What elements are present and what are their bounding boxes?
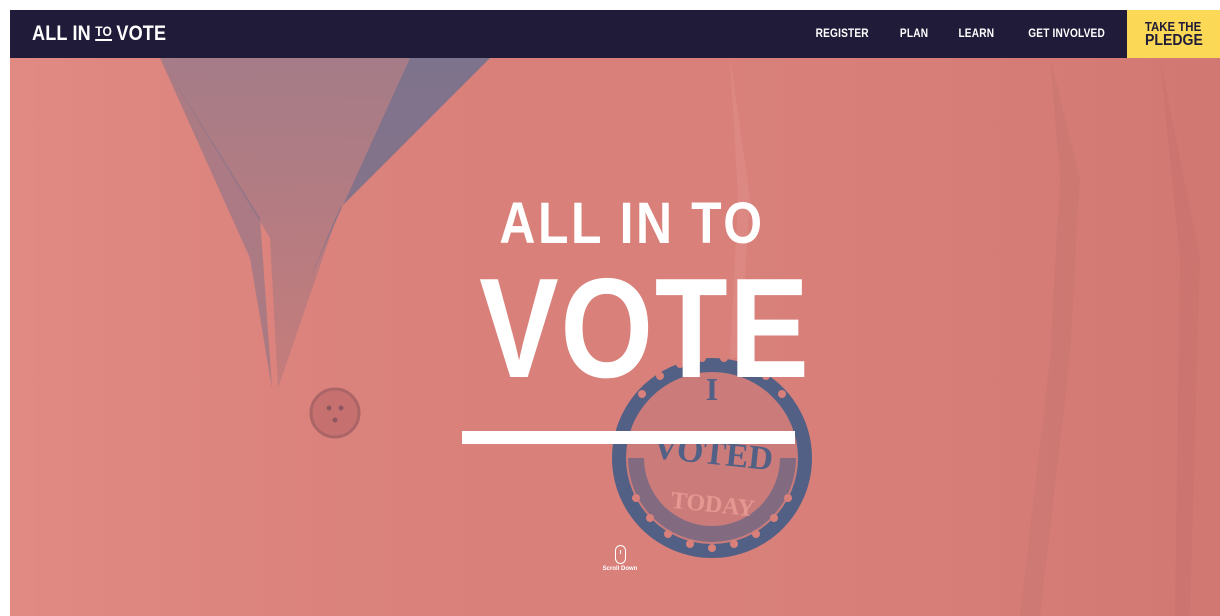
site-logo[interactable]: ALL IN TO VOTE [32, 10, 166, 58]
page-frame: ALL IN TO VOTE REGISTER PLAN LEARN GET I… [10, 10, 1220, 616]
logo-text-to: TO [95, 23, 113, 39]
nav-get-involved[interactable]: GET INVOLVED [1028, 28, 1105, 40]
nav-register[interactable]: REGISTER [815, 28, 868, 40]
nav-plan[interactable]: PLAN [900, 28, 928, 40]
hero-title-line1: ALL IN TO [499, 191, 765, 256]
nav-learn[interactable]: LEARN [959, 28, 995, 40]
top-navbar: ALL IN TO VOTE REGISTER PLAN LEARN GET I… [10, 10, 1220, 58]
logo-text-all-in: ALL IN [32, 22, 91, 45]
mouse-icon [614, 545, 626, 564]
hero-title-underline [462, 431, 795, 444]
hero-section: I VOTED TODAY ALL IN TO VOTE Scroll Down [10, 58, 1220, 616]
scroll-down-button[interactable]: Scroll Down [595, 545, 645, 572]
hero-headline: ALL IN TO VOTE [10, 58, 1220, 616]
main-nav: REGISTER PLAN LEARN GET INVOLVED [812, 10, 1110, 58]
hero-title-line2: VOTE [479, 249, 811, 408]
logo-text-vote: VOTE [116, 22, 167, 45]
scroll-down-label: Scroll Down [602, 566, 638, 572]
pledge-line2: PLEDGE [1144, 32, 1203, 49]
take-the-pledge-button[interactable]: TAKE THE PLEDGE [1127, 10, 1220, 58]
